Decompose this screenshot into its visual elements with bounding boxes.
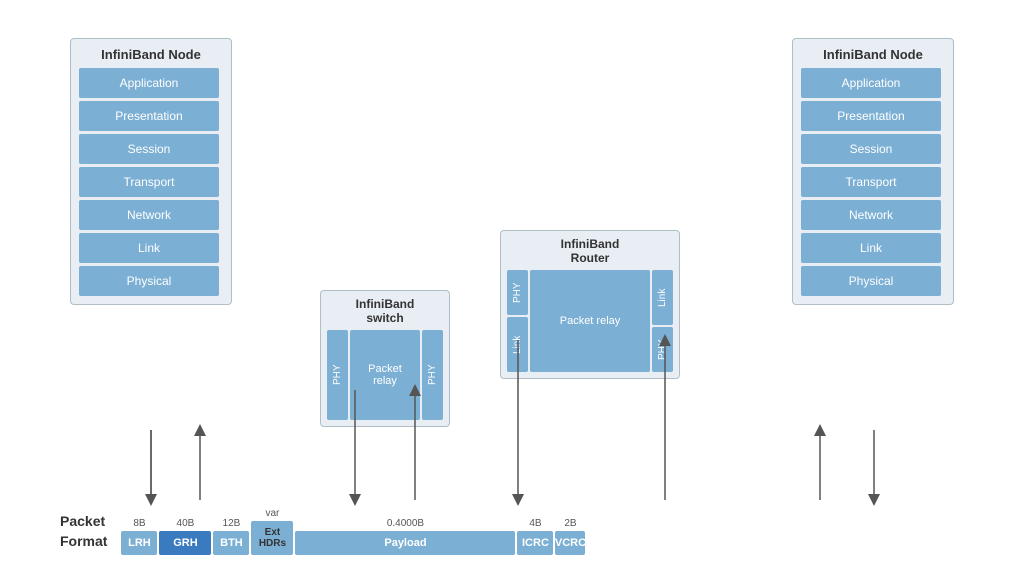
field-bth: 12B BTH: [213, 518, 249, 555]
ib-switch: InfiniBandswitch PHY Packet relay PHY: [320, 290, 450, 427]
switch-title: InfiniBandswitch: [327, 297, 443, 325]
left-ib-node: InfiniBand Node Application Presentation…: [70, 38, 232, 305]
bth-size: 12B: [223, 518, 241, 529]
left-node-title: InfiniBand Node: [79, 47, 223, 62]
grh-box: GRH: [159, 531, 211, 555]
field-exthdr: var ExtHDRs: [251, 508, 293, 555]
right-node-title: InfiniBand Node: [801, 47, 945, 62]
router-title: InfiniBandRouter: [507, 237, 673, 265]
left-layer-network: Network: [79, 200, 219, 230]
left-layer-application: Application: [79, 68, 219, 98]
grh-size: 40B: [177, 518, 195, 529]
switch-phy-left: PHY: [327, 330, 348, 420]
bth-box: BTH: [213, 531, 249, 555]
right-layer-physical: Physical: [801, 266, 941, 296]
left-layer-transport: Transport: [79, 167, 219, 197]
payload-size: 0.4000B: [387, 518, 424, 529]
exthdr-size: var: [266, 508, 280, 519]
switch-phy-right: PHY: [422, 330, 443, 420]
router-inner: PHY Link Packet relay Link PHY: [507, 270, 673, 372]
packet-fields: 8B LRH 40B GRH 12B BTH var ExtHDRs 0.400…: [121, 508, 585, 555]
icrc-size: 4B: [529, 518, 541, 529]
packet-format-label: Packet Format: [60, 512, 107, 551]
left-layer-stack: Application Presentation Session Transpo…: [79, 68, 223, 296]
router-right-phy: PHY: [652, 327, 673, 372]
left-layer-link: Link: [79, 233, 219, 263]
right-layer-network: Network: [801, 200, 941, 230]
left-layer-physical: Physical: [79, 266, 219, 296]
lrh-size: 8B: [133, 518, 145, 529]
right-layer-stack: Application Presentation Session Transpo…: [801, 68, 945, 296]
router-left-link: Link: [507, 317, 528, 372]
router-right-link: Link: [652, 270, 673, 325]
ib-router: InfiniBandRouter PHY Link Packet relay L…: [500, 230, 680, 379]
right-layer-session: Session: [801, 134, 941, 164]
field-grh: 40B GRH: [159, 518, 211, 555]
left-layer-session: Session: [79, 134, 219, 164]
router-left-col: PHY Link: [507, 270, 528, 372]
lrh-box: LRH: [121, 531, 157, 555]
right-layer-presentation: Presentation: [801, 101, 941, 131]
field-payload: 0.4000B Payload: [295, 518, 515, 555]
field-vcrc: 2B VCRC: [555, 518, 585, 555]
vcrc-box: VCRC: [555, 531, 585, 555]
router-relay: Packet relay: [530, 270, 650, 372]
vcrc-size: 2B: [564, 518, 576, 529]
switch-inner: PHY Packet relay PHY: [327, 330, 443, 420]
packet-format-section: Packet Format 8B LRH 40B GRH 12B BTH var: [60, 508, 585, 555]
right-ib-node: InfiniBand Node Application Presentation…: [792, 38, 954, 305]
right-layer-link: Link: [801, 233, 941, 263]
payload-box: Payload: [295, 531, 515, 555]
diagram-container: InfiniBand Node Application Presentation…: [0, 0, 1024, 576]
field-icrc: 4B ICRC: [517, 518, 553, 555]
router-left-phy: PHY: [507, 270, 528, 315]
left-layer-presentation: Presentation: [79, 101, 219, 131]
switch-relay: Packet relay: [350, 330, 420, 420]
field-lrh: 8B LRH: [121, 518, 157, 555]
right-layer-application: Application: [801, 68, 941, 98]
router-right-col: Link PHY: [652, 270, 673, 372]
icrc-box: ICRC: [517, 531, 553, 555]
right-layer-transport: Transport: [801, 167, 941, 197]
exthdr-box: ExtHDRs: [251, 521, 293, 555]
